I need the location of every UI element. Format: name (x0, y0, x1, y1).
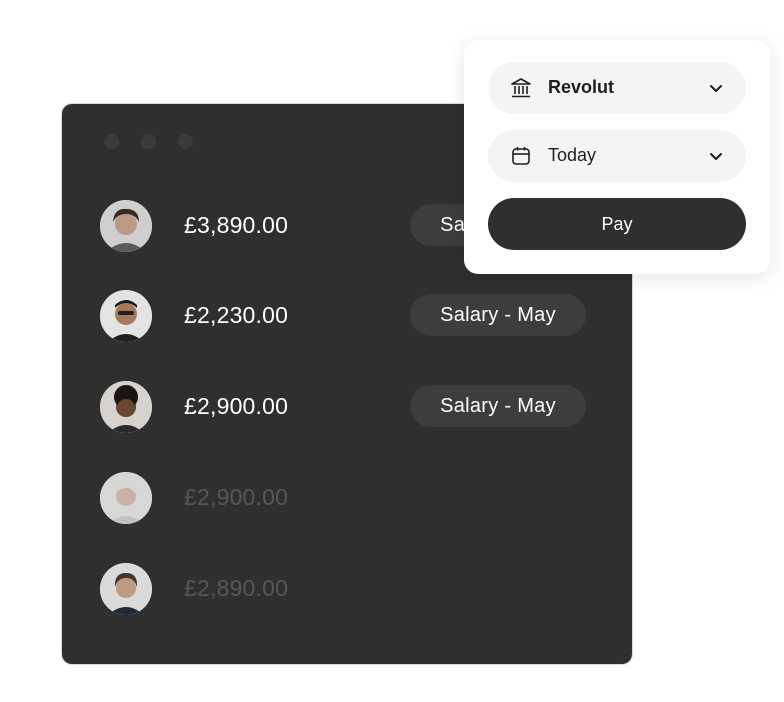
window-dot[interactable] (141, 134, 156, 149)
payment-amount: £2,900.00 (184, 484, 289, 510)
payment-row[interactable]: £2,230.00 Salary - May (100, 290, 590, 344)
payment-amount: £2,890.00 (184, 575, 289, 601)
payment-card: Revolut Today Pay (464, 40, 770, 274)
chevron-down-icon (708, 80, 724, 96)
window-dot[interactable] (178, 134, 193, 149)
date-label: Today (548, 145, 597, 165)
payment-amount: £3,890.00 (184, 212, 289, 238)
payment-row[interactable]: £2,900.00 (100, 472, 590, 526)
avatar (100, 563, 152, 615)
payment-amount: £2,230.00 (184, 302, 289, 328)
account-select[interactable]: Revolut (488, 62, 746, 114)
payment-amount: £2,900.00 (184, 393, 289, 419)
avatar (100, 381, 152, 433)
window-dot[interactable] (104, 134, 119, 149)
pay-button[interactable]: Pay (488, 198, 746, 250)
chevron-down-icon (708, 148, 724, 164)
payment-tag: Salary - May (410, 385, 586, 427)
avatar (100, 472, 152, 524)
payment-row[interactable]: £2,900.00 Salary - May (100, 381, 590, 435)
avatar (100, 200, 152, 252)
window-controls (104, 134, 193, 149)
avatar (100, 290, 152, 342)
bank-icon (510, 77, 532, 99)
calendar-icon (510, 145, 532, 167)
date-select[interactable]: Today (488, 130, 746, 182)
payment-tag: Salary - May (410, 294, 586, 336)
account-label: Revolut (548, 77, 615, 97)
payment-row[interactable]: £2,890.00 (100, 563, 590, 617)
